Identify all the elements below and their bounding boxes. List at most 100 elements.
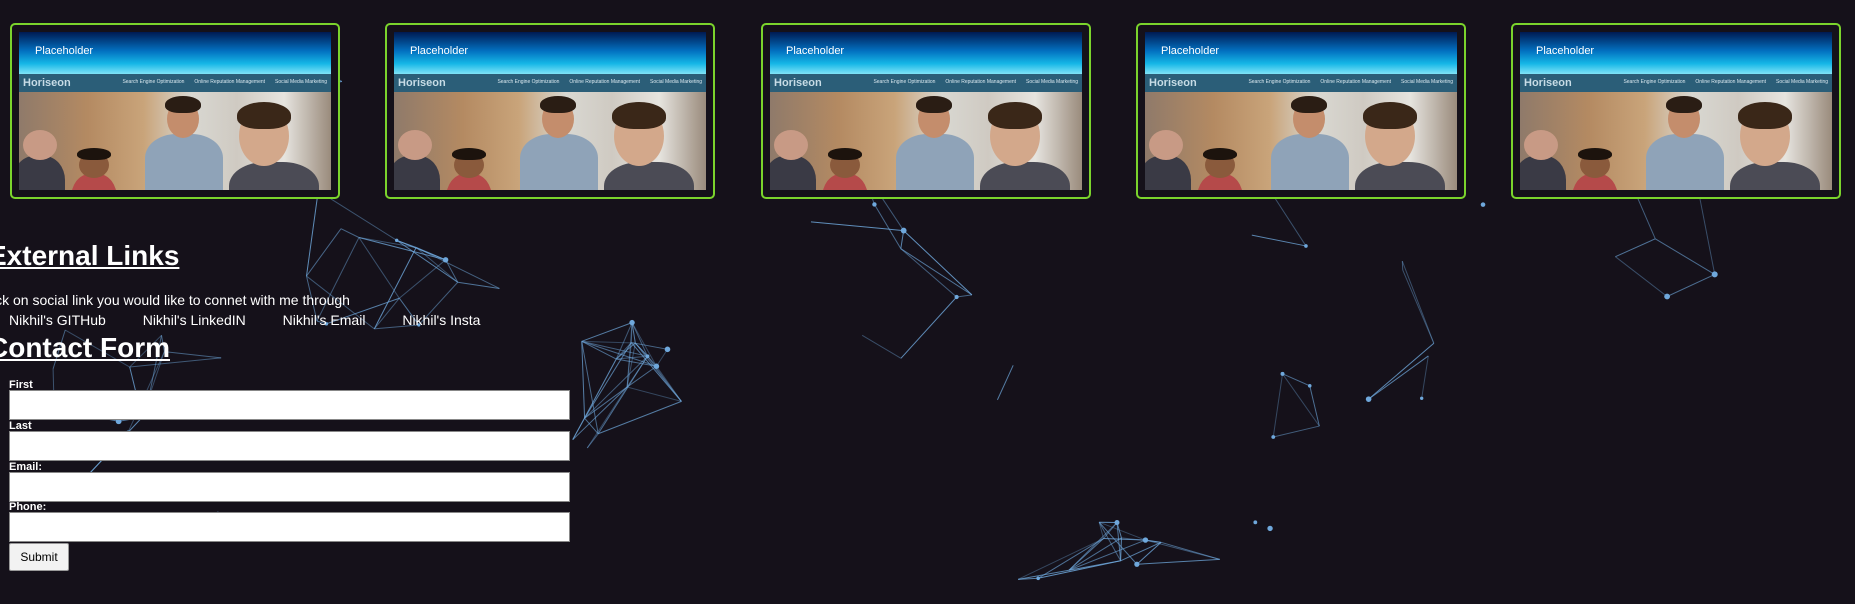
last-name-input[interactable]	[9, 431, 570, 461]
network-line	[598, 400, 682, 435]
team-photo	[770, 92, 1082, 190]
network-node	[1134, 561, 1140, 567]
email-link[interactable]: Nikhil's Email	[283, 312, 366, 328]
linkedin-link[interactable]: Nikhil's LinkedIN	[143, 312, 246, 328]
thumbnail-nav-item: Online Reputation Management	[1695, 79, 1767, 85]
person-hair	[77, 148, 111, 160]
person-shirt	[980, 162, 1070, 190]
network-line	[1421, 355, 1429, 399]
network-line	[1655, 238, 1715, 275]
thumbnail-nav-item: Social Media Marketing	[1401, 79, 1453, 85]
person-shirt	[1730, 162, 1820, 190]
person-hair	[612, 102, 666, 129]
submit-button[interactable]: Submit	[9, 543, 69, 571]
thumbnail-nav-item: Online Reputation Management	[194, 79, 266, 85]
github-link[interactable]: Nikhil's GITHub	[9, 312, 106, 328]
person-shirt	[19, 156, 65, 190]
instagram-link[interactable]: Nikhil's Insta	[402, 312, 480, 328]
portfolio-card-2[interactable]: Placeholder Horiseon Search Engine Optim…	[385, 23, 715, 199]
first-name-input[interactable]	[9, 390, 570, 420]
person-shirt	[1520, 156, 1566, 190]
network-line	[586, 433, 599, 449]
person-shirt	[604, 162, 694, 190]
email-input[interactable]	[9, 472, 570, 502]
person-shirt	[1271, 134, 1349, 190]
network-node	[1419, 396, 1424, 400]
person-hair	[1291, 96, 1327, 113]
network-line	[316, 237, 360, 322]
thumbnail-nav-item: Search Engine Optimization	[497, 79, 560, 85]
portfolio-card-3[interactable]: Placeholder Horiseon Search Engine Optim…	[761, 23, 1091, 199]
external-links-description: ick on social link you would like to con…	[0, 292, 350, 308]
person-head	[23, 130, 57, 160]
person-shirt	[896, 134, 974, 190]
thumbnail-logo: Horiseon	[774, 77, 822, 89]
thumbnail-header: Placeholder	[770, 32, 1082, 74]
thumbnail-nav-item: Social Media Marketing	[650, 79, 702, 85]
thumbnail-nav-item: Social Media Marketing	[1026, 79, 1078, 85]
person-head	[1524, 130, 1558, 160]
portfolio-card-1[interactable]: Placeholder Horiseon Search Engine Optim…	[10, 23, 340, 199]
network-line	[398, 259, 446, 299]
phone-input[interactable]	[9, 512, 570, 542]
person-head	[398, 130, 432, 160]
thumbnail-nav-item: Search Engine Optimization	[122, 79, 185, 85]
thumbnail-header: Placeholder	[1520, 32, 1832, 74]
portfolio-thumbnail: Placeholder Horiseon Search Engine Optim…	[1145, 32, 1457, 190]
portfolio-thumbnail: Placeholder Horiseon Search Engine Optim…	[770, 32, 1082, 190]
network-line	[164, 351, 222, 359]
network-line	[903, 230, 973, 296]
network-node	[442, 257, 449, 263]
network-line	[996, 365, 1014, 401]
network-node	[1365, 396, 1372, 402]
network-line	[1251, 234, 1307, 247]
network-node	[645, 354, 650, 359]
thumbnail-nav: Horiseon Search Engine Optimization Onlin…	[1145, 74, 1457, 92]
team-photo	[1520, 92, 1832, 190]
network-line	[861, 334, 902, 359]
thumbnail-logo: Horiseon	[23, 77, 71, 89]
person-hair	[988, 102, 1042, 129]
thumbnail-nav-item: Social Media Marketing	[1776, 79, 1828, 85]
thumbnail-nav: Horiseon Search Engine Optimization Onlin…	[394, 74, 706, 92]
person-head	[774, 130, 808, 160]
person-hair	[540, 96, 576, 113]
person-shirt	[520, 134, 598, 190]
person-hair	[1578, 148, 1612, 160]
portfolio-gallery: Placeholder Horiseon Search Engine Optim…	[0, 0, 1855, 210]
thumbnail-nav-item: Social Media Marketing	[275, 79, 327, 85]
thumbnail-logo: Horiseon	[398, 77, 446, 89]
network-line	[1402, 269, 1435, 344]
network-line	[656, 349, 668, 367]
external-links-heading: External Links	[0, 240, 180, 271]
person-hair	[165, 96, 201, 113]
person-hair	[237, 102, 291, 129]
person-shirt	[770, 156, 816, 190]
network-node	[1271, 435, 1276, 439]
network-line	[1136, 541, 1162, 565]
portfolio-card-5[interactable]: Placeholder Horiseon Search Engine Optim…	[1511, 23, 1841, 199]
contact-form-heading: Contact Form	[0, 332, 170, 363]
portfolio-thumbnail: Placeholder Horiseon Search Engine Optim…	[394, 32, 706, 190]
network-line	[581, 341, 599, 434]
network-node	[1253, 520, 1258, 525]
network-line	[597, 355, 648, 435]
network-line	[396, 239, 459, 283]
network-line	[358, 237, 417, 248]
person-shirt	[1145, 156, 1191, 190]
person-hair	[828, 148, 862, 160]
network-node	[1711, 271, 1718, 278]
network-node	[1114, 520, 1120, 526]
network-node	[1280, 371, 1285, 376]
network-line	[1615, 238, 1656, 258]
thumbnail-nav: Horiseon Search Engine Optimization Onlin…	[19, 74, 331, 92]
portfolio-thumbnail: Placeholder Horiseon Search Engine Optim…	[1520, 32, 1832, 190]
person-shirt	[1355, 162, 1445, 190]
thumbnail-logo: Horiseon	[1149, 77, 1197, 89]
network-node	[900, 227, 907, 234]
portfolio-card-4[interactable]: Placeholder Horiseon Search Engine Optim…	[1136, 23, 1466, 199]
person-hair	[1363, 102, 1417, 129]
network-line	[1615, 256, 1668, 297]
network-line	[626, 365, 657, 388]
thumbnail-header: Placeholder	[394, 32, 706, 74]
